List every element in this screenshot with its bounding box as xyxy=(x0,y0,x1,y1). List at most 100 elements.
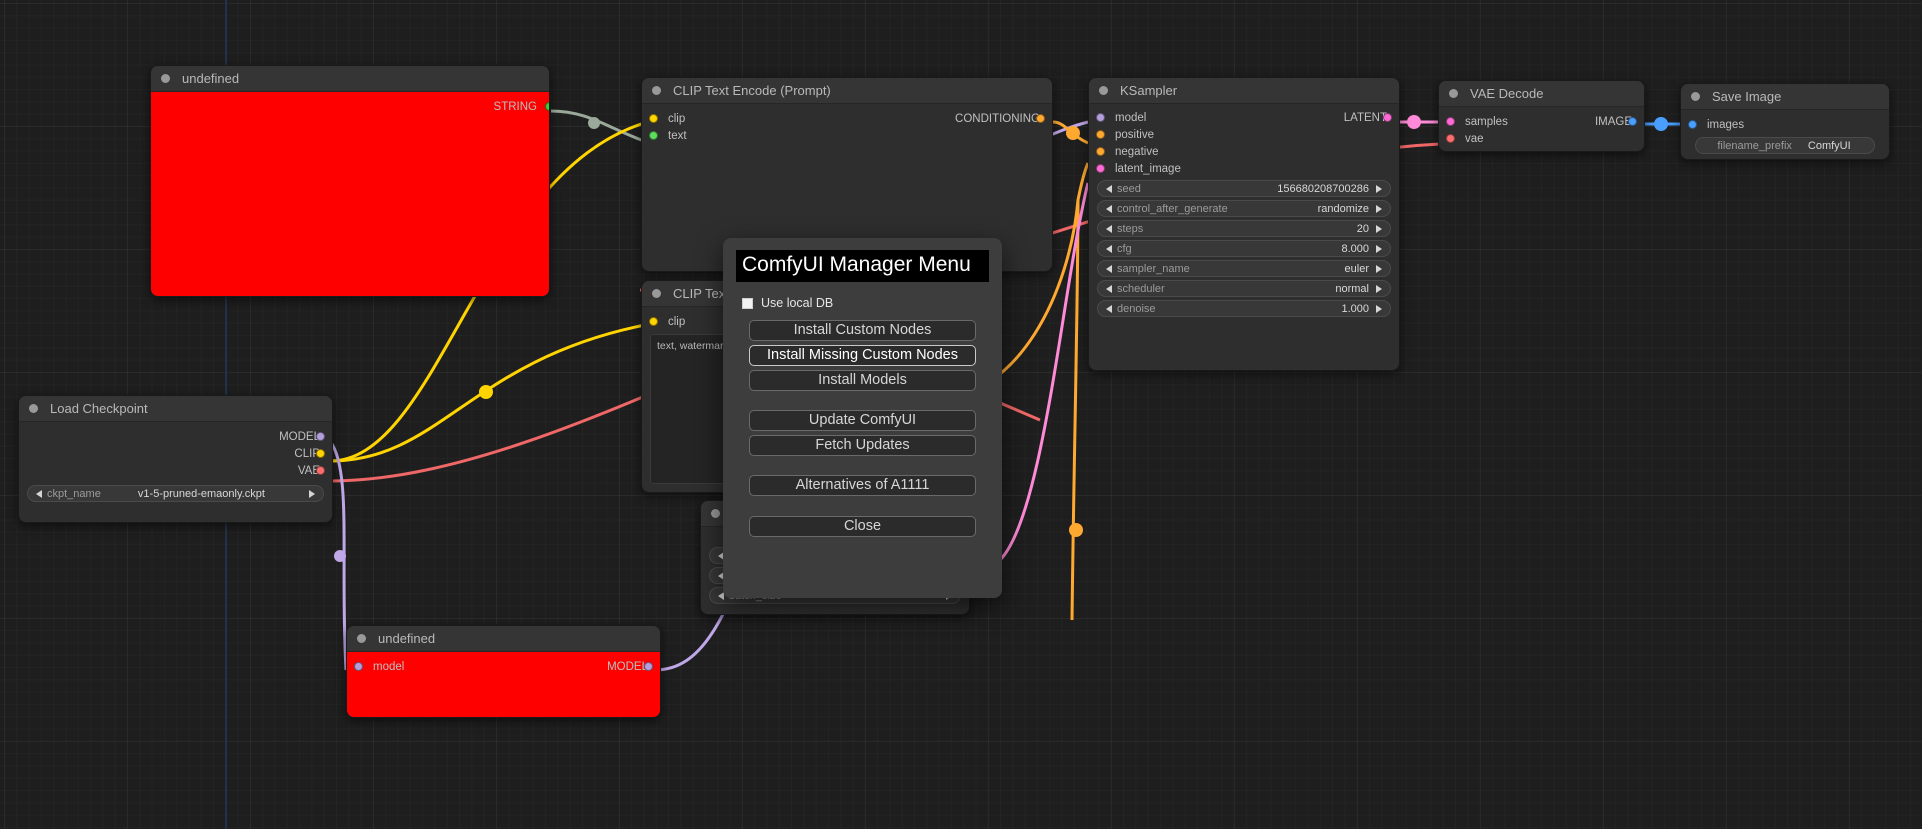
collapse-dot-icon[interactable] xyxy=(161,74,170,83)
widget-control-after-generate[interactable]: control_after_generate randomize xyxy=(1097,200,1391,217)
output-dot-conditioning-icon[interactable] xyxy=(1036,114,1045,123)
decrement-arrow-icon[interactable] xyxy=(1106,224,1112,233)
output-dot-image-icon[interactable] xyxy=(1628,117,1637,126)
input-dot-negative-icon[interactable] xyxy=(1096,147,1105,156)
widget-seed[interactable]: seed 156680208700286 xyxy=(1097,180,1391,197)
collapse-dot-icon[interactable] xyxy=(29,404,38,413)
increment-arrow-icon[interactable] xyxy=(1376,224,1382,233)
input-dot-clip-icon[interactable] xyxy=(649,114,658,123)
fetch-updates-button[interactable]: Fetch Updates xyxy=(749,435,976,457)
input-slot-label: clip xyxy=(668,315,686,328)
input-slot-positive[interactable]: positive xyxy=(1089,126,1399,143)
output-dot-clip-icon[interactable] xyxy=(316,449,325,458)
input-dot-samples-icon[interactable] xyxy=(1446,117,1455,126)
node-vae-decode[interactable]: VAE Decode samples IMAGE vae xyxy=(1438,80,1645,152)
decrement-arrow-icon[interactable] xyxy=(1106,304,1112,313)
node-titlebar[interactable]: KSampler xyxy=(1089,78,1399,104)
increment-arrow-icon[interactable] xyxy=(1376,204,1382,213)
install-missing-custom-nodes-button[interactable]: Install Missing Custom Nodes xyxy=(749,345,976,367)
node-titlebar[interactable]: Save Image xyxy=(1681,84,1889,110)
input-slot-samples[interactable]: samples IMAGE xyxy=(1439,113,1644,130)
alternatives-of-a1111-button[interactable]: Alternatives of A1111 xyxy=(749,475,976,497)
input-slot-negative[interactable]: negative xyxy=(1089,143,1399,160)
comfyui-manager-dialog[interactable]: ComfyUI Manager Menu Use local DB Instal… xyxy=(723,238,1002,598)
input-slot-label: samples xyxy=(1465,115,1508,128)
input-slot-label: negative xyxy=(1115,145,1159,158)
input-dot-model-icon[interactable] xyxy=(1096,113,1105,122)
increment-arrow-icon[interactable] xyxy=(1376,264,1382,273)
input-slot-model[interactable]: model MODEL xyxy=(347,658,660,675)
node-body: images filename_prefix ComfyUI xyxy=(1681,110,1889,159)
comfyui-canvas[interactable]: undefined STRING CLIP Text Encode (Promp… xyxy=(0,0,1922,829)
widget-sampler-name[interactable]: sampler_name euler xyxy=(1097,260,1391,277)
output-dot-model-icon[interactable] xyxy=(316,432,325,441)
collapse-dot-icon[interactable] xyxy=(652,289,661,298)
widget-name: denoise xyxy=(1117,302,1156,315)
input-slot-clip[interactable]: clip CONDITIONING xyxy=(642,110,1052,127)
input-slot-latent-image[interactable]: latent_image xyxy=(1089,160,1399,177)
input-dot-latent-image-icon[interactable] xyxy=(1096,164,1105,173)
output-dot-model-icon[interactable] xyxy=(644,662,653,671)
decrement-arrow-icon[interactable] xyxy=(1106,184,1112,193)
widget-denoise[interactable]: denoise 1.000 xyxy=(1097,300,1391,317)
input-dot-model-icon[interactable] xyxy=(354,662,363,671)
collapse-dot-icon[interactable] xyxy=(1099,86,1108,95)
input-slot-vae[interactable]: vae xyxy=(1439,130,1644,147)
widget-scheduler[interactable]: scheduler normal xyxy=(1097,280,1391,297)
output-slot-vae[interactable]: VAE xyxy=(19,462,332,479)
update-comfyui-button[interactable]: Update ComfyUI xyxy=(749,410,976,432)
collapse-dot-icon[interactable] xyxy=(1449,89,1458,98)
decrement-arrow-icon[interactable] xyxy=(1106,204,1112,213)
input-slot-label: vae xyxy=(1465,132,1484,145)
node-titlebar[interactable]: undefined xyxy=(151,66,549,92)
use-local-db-checkbox[interactable] xyxy=(742,297,753,309)
input-slot-model[interactable]: model LATENT xyxy=(1089,109,1399,126)
output-slot-string[interactable]: STRING xyxy=(151,98,549,115)
node-ksampler[interactable]: KSampler model LATENT positive negative … xyxy=(1088,77,1400,371)
node-undefined-model[interactable]: undefined model MODEL xyxy=(346,625,661,718)
node-undefined-string[interactable]: undefined STRING xyxy=(150,65,550,297)
widget-cfg[interactable]: cfg 8.000 xyxy=(1097,240,1391,257)
widget-steps[interactable]: steps 20 xyxy=(1097,220,1391,237)
node-titlebar[interactable]: CLIP Text Encode (Prompt) xyxy=(642,78,1052,104)
widget-value: normal xyxy=(1335,282,1369,295)
increment-arrow-icon[interactable] xyxy=(1376,244,1382,253)
node-titlebar[interactable]: Load Checkpoint xyxy=(19,396,332,422)
widget-value: euler xyxy=(1344,262,1369,275)
output-slot-model[interactable]: MODEL xyxy=(19,428,332,445)
collapse-dot-icon[interactable] xyxy=(1691,92,1700,101)
install-models-button[interactable]: Install Models xyxy=(749,370,976,392)
install-custom-nodes-button[interactable]: Install Custom Nodes xyxy=(749,320,976,342)
output-dot-vae-icon[interactable] xyxy=(316,466,325,475)
collapse-dot-icon[interactable] xyxy=(652,86,661,95)
increment-arrow-icon[interactable] xyxy=(1376,284,1382,293)
decrement-arrow-icon[interactable] xyxy=(36,489,42,498)
input-dot-text-icon[interactable] xyxy=(649,131,658,140)
input-slot-text[interactable]: text xyxy=(642,127,1052,144)
input-slot-label: text xyxy=(668,129,687,142)
close-button[interactable]: Close xyxy=(749,516,976,538)
collapse-dot-icon[interactable] xyxy=(357,634,366,643)
decrement-arrow-icon[interactable] xyxy=(1106,264,1112,273)
node-titlebar[interactable]: undefined xyxy=(347,626,660,652)
input-dot-positive-icon[interactable] xyxy=(1096,130,1105,139)
output-dot-latent-icon[interactable] xyxy=(1383,113,1392,122)
widget-filename-prefix[interactable]: filename_prefix ComfyUI xyxy=(1695,137,1875,154)
widget-ckpt-name[interactable]: ckpt_name v1-5-pruned-emaonly.ckpt xyxy=(27,485,324,502)
input-dot-vae-icon[interactable] xyxy=(1446,134,1455,143)
node-titlebar[interactable]: VAE Decode xyxy=(1439,81,1644,107)
node-save-image[interactable]: Save Image images filename_prefix ComfyU… xyxy=(1680,83,1890,160)
input-slot-images[interactable]: images xyxy=(1681,116,1889,133)
input-dot-images-icon[interactable] xyxy=(1688,120,1697,129)
decrement-arrow-icon[interactable] xyxy=(1106,244,1112,253)
output-dot-string-icon[interactable] xyxy=(544,102,549,111)
increment-arrow-icon[interactable] xyxy=(309,489,315,498)
use-local-db-row[interactable]: Use local DB xyxy=(736,296,989,310)
node-load-checkpoint[interactable]: Load Checkpoint MODEL CLIP VAE ckpt_name… xyxy=(18,395,333,523)
output-slot-clip[interactable]: CLIP xyxy=(19,445,332,462)
increment-arrow-icon[interactable] xyxy=(1376,184,1382,193)
decrement-arrow-icon[interactable] xyxy=(1106,284,1112,293)
increment-arrow-icon[interactable] xyxy=(1376,304,1382,313)
input-dot-clip-icon[interactable] xyxy=(649,317,658,326)
collapse-dot-icon[interactable] xyxy=(711,509,720,518)
